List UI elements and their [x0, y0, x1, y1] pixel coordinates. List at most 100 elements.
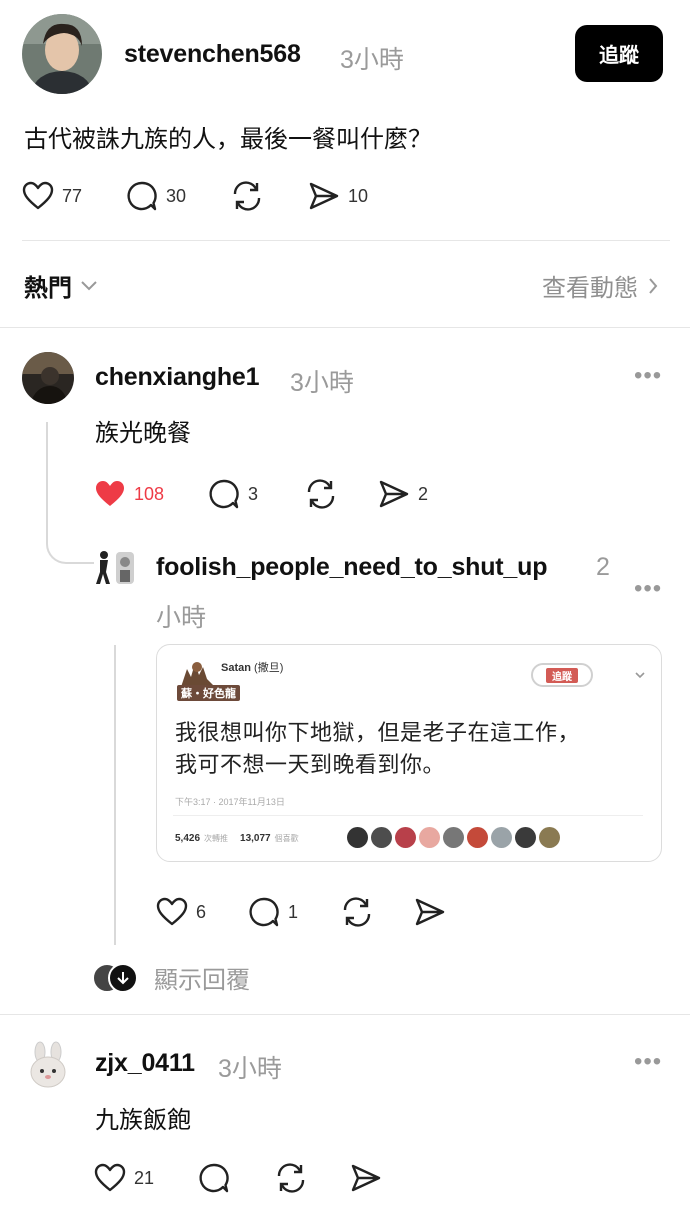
embed-badge: 蘇・好色龍 [177, 685, 240, 701]
embed-name-text: Satan [221, 662, 251, 674]
embed-likes-label: 個喜歡 [274, 834, 299, 843]
reply-avatar[interactable] [22, 352, 74, 404]
repost-icon [233, 181, 261, 211]
embed-retweets-num: 5,426 [175, 833, 201, 844]
embed-divider [173, 815, 643, 816]
view-activity-label: 查看動態 [542, 275, 638, 302]
post-actions: 77 30 10 [22, 180, 368, 212]
divider [22, 240, 670, 241]
share-button[interactable]: 10 [308, 181, 368, 211]
comment-button[interactable]: 3 [208, 478, 304, 510]
comment-button[interactable] [198, 1162, 274, 1194]
repost-button[interactable] [304, 478, 378, 510]
embed-chevron-down-icon [635, 667, 645, 685]
repost-button[interactable] [340, 896, 414, 928]
reply-actions: 108 3 2 [94, 478, 428, 510]
repost-button[interactable] [230, 180, 308, 212]
send-icon [415, 898, 445, 926]
heart-filled-icon [96, 481, 124, 506]
like-button[interactable]: 21 [94, 1163, 198, 1193]
follow-button-label: 追蹤 [599, 45, 639, 67]
sort-dropdown[interactable]: 熱門 [24, 268, 98, 303]
divider [0, 1014, 690, 1015]
nested-reply-time-number: 2 [596, 553, 610, 581]
share-button[interactable] [414, 897, 446, 927]
comment-count: 1 [288, 901, 299, 922]
chevron-down-icon [81, 280, 97, 290]
repost-icon [343, 897, 371, 927]
show-replies-label: 顯示回覆 [154, 967, 250, 994]
reply-actions: 21 [94, 1162, 382, 1194]
more-options-button[interactable]: ••• [634, 362, 662, 390]
send-icon [309, 182, 339, 210]
reply-time: 3小時 [290, 369, 354, 397]
nested-reply-avatar[interactable] [94, 546, 136, 588]
embed-liker-avatars [347, 827, 560, 848]
send-icon [351, 1164, 381, 1192]
comment-icon [127, 181, 157, 211]
like-count: 77 [62, 185, 83, 206]
show-replies-button[interactable]: 顯示回覆 [92, 960, 250, 995]
like-count: 108 [134, 483, 165, 504]
more-options-button[interactable]: ••• [634, 575, 662, 603]
comment-button[interactable]: 1 [248, 896, 340, 928]
embed-stats: 5,426 次轉推 13,077 個喜歡 [175, 833, 299, 844]
like-count: 6 [196, 901, 207, 922]
embed-likes-num: 13,077 [240, 833, 271, 844]
repost-button[interactable] [274, 1162, 350, 1194]
post-time: 3小時 [340, 46, 404, 74]
nested-reply-time-unit: 小時 [156, 604, 207, 632]
share-button[interactable]: 2 [378, 479, 428, 509]
share-count: 10 [348, 185, 369, 206]
repost-icon [277, 1163, 305, 1193]
thread-line [114, 645, 116, 945]
embed-date: 下午3:17 · 2017年11月13日 [175, 797, 285, 807]
arrow-down-icon [108, 962, 138, 993]
like-button[interactable]: 77 [22, 181, 126, 211]
like-button[interactable]: 108 [94, 479, 208, 509]
reply-username[interactable]: zjx_0411 [95, 1049, 195, 1078]
thread-line-curve [46, 520, 94, 564]
reply-avatar[interactable] [22, 1040, 74, 1092]
more-options-button[interactable]: ••• [634, 1048, 662, 1076]
like-count: 21 [134, 1167, 155, 1188]
comment-count: 3 [248, 483, 259, 504]
reply-time: 3小時 [218, 1055, 282, 1083]
embedded-tweet-image[interactable]: Satan (撒旦) 蘇・好色龍 追蹤 我很想叫你下地獄，但是老子在這工作， 我… [156, 644, 662, 862]
share-count: 2 [418, 483, 429, 504]
view-activity-link[interactable]: 查看動態 [542, 268, 658, 303]
embed-retweets-label: 次轉推 [204, 834, 229, 843]
sort-label: 熱門 [24, 275, 72, 302]
author-username[interactable]: stevenchen568 [124, 40, 301, 69]
heart-icon [22, 181, 54, 210]
post-text: 古代被誅九族的人，最後一餐叫什麼？ [24, 126, 432, 153]
divider [0, 327, 690, 328]
comment-button[interactable]: 30 [126, 180, 230, 212]
follow-button[interactable]: 追蹤 [575, 25, 663, 82]
comment-icon [249, 897, 279, 927]
embed-follow-label: 追蹤 [546, 667, 578, 683]
comment-count: 30 [166, 185, 187, 206]
reply-username[interactable]: chenxianghe1 [95, 363, 260, 392]
heart-icon [156, 897, 188, 926]
reply-text: 族光晚餐 [95, 420, 191, 447]
repost-icon [307, 479, 335, 509]
share-button[interactable] [350, 1163, 382, 1193]
chevron-right-icon [649, 277, 658, 294]
embed-follow-button: 追蹤 [531, 663, 593, 687]
send-icon [379, 480, 409, 508]
embed-name-suffix: (撒旦) [254, 662, 284, 674]
thread-line [46, 422, 48, 532]
embed-text-line-1: 我很想叫你下地獄，但是老子在這工作， [175, 720, 581, 745]
reply-text: 九族飯飽 [95, 1107, 191, 1134]
embed-name: Satan (撒旦) [221, 659, 283, 675]
nested-reply-actions: 6 1 [156, 896, 446, 928]
show-replies-avatars [92, 962, 138, 993]
heart-icon [94, 1163, 126, 1192]
author-avatar[interactable] [22, 14, 102, 94]
like-button[interactable]: 6 [156, 897, 248, 927]
comment-icon [199, 1163, 229, 1193]
nested-reply-username[interactable]: foolish_people_need_to_shut_up [156, 553, 547, 582]
embed-text-line-2: 我可不想一天到晚看到你。 [175, 752, 446, 777]
comment-icon [209, 479, 239, 509]
